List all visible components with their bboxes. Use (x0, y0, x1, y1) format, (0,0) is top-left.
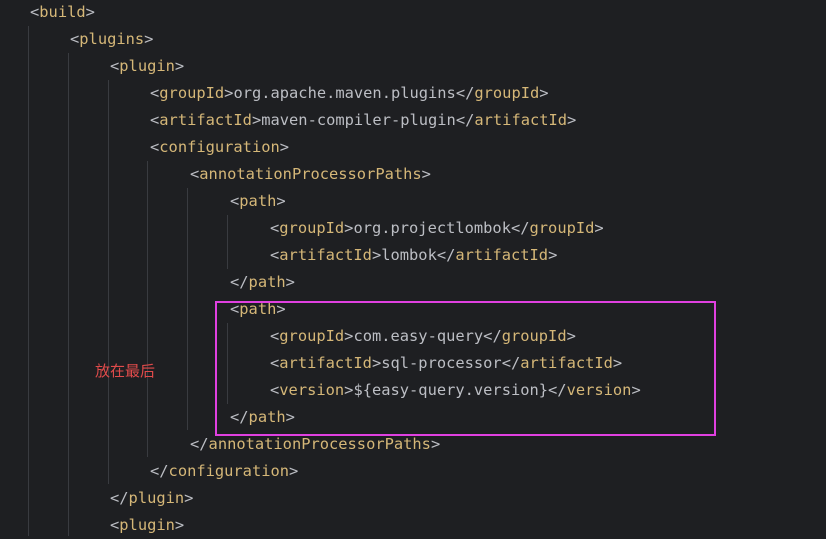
tag-bracket: > (371, 246, 382, 264)
tag-name: configuration (168, 462, 290, 480)
indent-guide (68, 53, 69, 536)
code-line[interactable]: <plugin> (110, 53, 184, 80)
tag-bracket: < (150, 138, 160, 156)
tag-bracket: </ (150, 462, 169, 480)
tag-bracket: </ (455, 84, 475, 102)
code-line[interactable]: <path> (230, 188, 286, 215)
tag-name: groupId (529, 219, 595, 237)
tag-bracket: > (421, 165, 431, 183)
code-line[interactable]: </path> (230, 269, 295, 296)
code-line[interactable]: <groupId>org.projectlombok</groupId> (270, 215, 604, 242)
tag-bracket: < (190, 165, 200, 183)
tag-bracket: </ (110, 489, 129, 507)
code-line[interactable]: <plugin> (110, 512, 184, 539)
tag-bracket: </ (455, 111, 475, 129)
indent-guide (227, 215, 228, 269)
tag-bracket: </ (436, 246, 456, 264)
code-line[interactable]: <artifactId>maven-compiler-plugin</artif… (150, 107, 576, 134)
tag-name: annotationProcessorPaths (208, 435, 431, 453)
tag-value: maven-compiler-plugin (261, 111, 456, 129)
tag-name: path (239, 192, 277, 210)
tag-name: groupId (159, 84, 225, 102)
highlight-box (215, 301, 716, 436)
tag-bracket: > (567, 111, 577, 129)
tag-bracket: > (174, 57, 185, 75)
code-line[interactable]: </plugin> (110, 485, 193, 512)
tag-name: artifactId (455, 246, 549, 264)
tag-bracket: </ (510, 219, 530, 237)
tag-bracket: </ (190, 435, 209, 453)
tag-bracket: > (548, 246, 558, 264)
tag-bracket: > (285, 273, 295, 291)
code-line[interactable]: <artifactId>lombok</artifactId> (270, 242, 557, 269)
tag-bracket: </ (230, 273, 249, 291)
tag-bracket: > (289, 462, 299, 480)
tag-name: artifactId (474, 111, 568, 129)
indent-guide (147, 161, 148, 457)
tag-name: artifactId (279, 246, 372, 264)
code-line[interactable]: </configuration> (150, 458, 298, 485)
tag-bracket: > (539, 84, 549, 102)
tag-name: groupId (474, 84, 540, 102)
tag-value: org.projectlombok (353, 219, 511, 237)
tag-name: configuration (159, 138, 280, 156)
tag-bracket: < (110, 516, 120, 534)
tag-bracket: > (279, 138, 290, 156)
tag-bracket: < (150, 111, 160, 129)
tag-bracket: < (30, 3, 40, 21)
tag-name: plugin (119, 57, 175, 75)
indent-guide (187, 188, 188, 430)
tag-name: build (39, 3, 86, 21)
code-line[interactable]: <groupId>org.apache.maven.plugins</group… (150, 80, 549, 107)
tag-name: plugins (79, 30, 145, 48)
tag-bracket: > (144, 30, 154, 48)
tag-name: annotationProcessorPaths (199, 165, 422, 183)
tag-bracket: > (594, 219, 604, 237)
tag-bracket: < (270, 246, 280, 264)
code-line[interactable]: <annotationProcessorPaths> (190, 161, 431, 188)
tag-name: groupId (279, 219, 345, 237)
tag-bracket: > (174, 516, 185, 534)
tag-bracket: > (184, 489, 194, 507)
code-line[interactable]: <plugins> (70, 26, 153, 53)
indent-guide (108, 80, 109, 484)
annotation-label: 放在最后 (95, 362, 156, 380)
tag-bracket: < (230, 192, 240, 210)
code-line[interactable]: <build> (30, 0, 95, 26)
code-line[interactable]: <configuration> (150, 134, 289, 161)
tag-bracket: < (70, 30, 80, 48)
tag-bracket: > (251, 111, 262, 129)
tag-name: artifactId (159, 111, 252, 129)
indent-guide (28, 26, 29, 536)
tag-value: org.apache.maven.plugins (233, 84, 456, 102)
tag-bracket: > (85, 3, 95, 21)
tag-bracket: < (110, 57, 120, 75)
tag-bracket: < (270, 219, 280, 237)
tag-name: plugin (128, 489, 185, 507)
tag-bracket: < (150, 84, 160, 102)
tag-bracket: > (430, 435, 441, 453)
tag-value: lombok (381, 246, 437, 264)
code-editor[interactable]: <build> <plugins> <plugin> <groupId>org.apa… (0, 0, 826, 536)
tag-name: path (248, 273, 286, 291)
tag-name: plugin (119, 516, 175, 534)
tag-bracket: > (276, 192, 286, 210)
